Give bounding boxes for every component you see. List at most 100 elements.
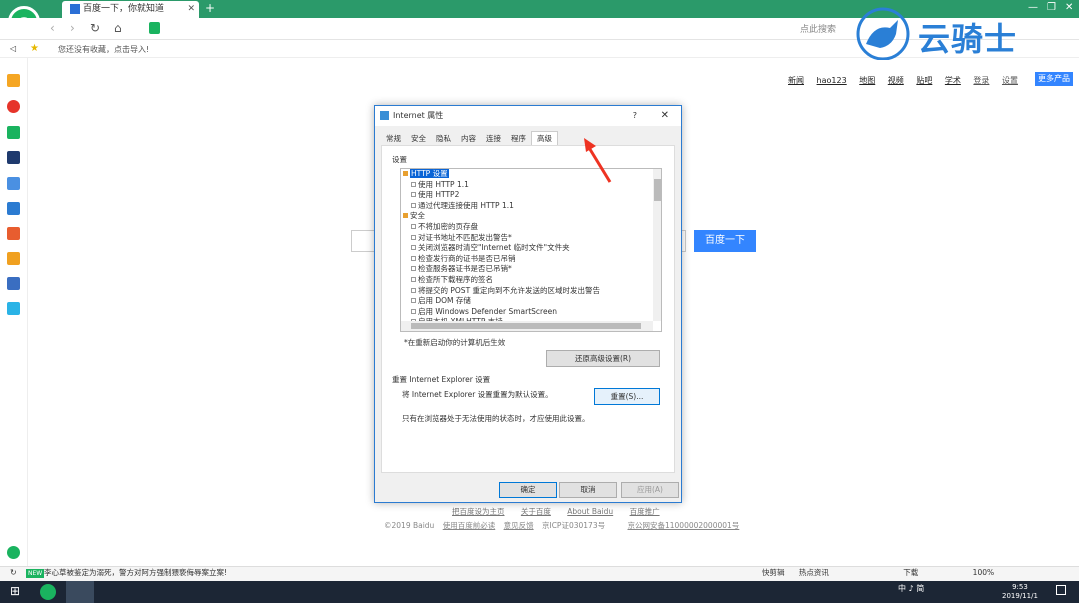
tree-option[interactable]: 启用 DOM 存储: [401, 296, 661, 307]
checkbox-icon[interactable]: [411, 308, 416, 314]
game2-icon[interactable]: [7, 252, 20, 265]
game3-icon[interactable]: [7, 277, 20, 290]
tree-option[interactable]: 使用 HTTP2: [401, 190, 661, 201]
baidu-search-button[interactable]: 百度一下: [694, 230, 756, 252]
link-map[interactable]: 地图: [859, 76, 875, 85]
minimize-icon[interactable]: —: [1028, 2, 1038, 13]
forward-icon[interactable]: ›: [70, 21, 75, 35]
link-hao123[interactable]: hao123: [817, 76, 847, 85]
folder-icon[interactable]: [403, 171, 408, 176]
tree-option[interactable]: 将提交的 POST 重定向到不允许发送的区域时发出警告: [401, 286, 661, 297]
browser-taskbar-icon[interactable]: [40, 584, 56, 600]
sidebar-toggle-icon[interactable]: ◁: [10, 44, 16, 53]
tree-option[interactable]: 对证书地址不匹配发出警告*: [401, 233, 661, 244]
news-ticker[interactable]: 李心草被鉴定为溺死，警方对阿方强制猥亵侮辱案立案!: [44, 567, 227, 578]
download-button[interactable]: 下载: [903, 568, 918, 577]
tree-option[interactable]: 检查发行商的证书是否已吊销: [401, 254, 661, 265]
star-icon[interactable]: ★: [30, 43, 39, 54]
search-input[interactable]: 点此搜索: [800, 22, 836, 35]
link-video[interactable]: 视频: [888, 76, 904, 85]
tab-general[interactable]: 常规: [381, 132, 406, 146]
checkbox-icon[interactable]: [411, 255, 416, 261]
reset-button[interactable]: 重置(S)...: [594, 388, 660, 405]
favorites-import-link[interactable]: 您还没有收藏，点击导入!: [58, 44, 149, 55]
close-icon[interactable]: ✕: [661, 106, 669, 126]
restore-advanced-button[interactable]: 还原高级设置(R): [546, 350, 660, 367]
scroll-thumb[interactable]: [654, 179, 661, 201]
footer-link[interactable]: 京公网安备11000002000001号: [627, 521, 739, 530]
tab-privacy[interactable]: 隐私: [431, 132, 456, 146]
notification-icon[interactable]: [1056, 585, 1066, 595]
checkbox-icon[interactable]: [411, 181, 416, 187]
close-window-icon[interactable]: ✕: [1065, 2, 1073, 13]
checkbox-icon[interactable]: [411, 287, 416, 293]
mail-icon[interactable]: [7, 126, 20, 139]
restore-icon[interactable]: ❐: [1047, 2, 1056, 13]
more-products-button[interactable]: 更多产品: [1035, 72, 1073, 86]
checkbox-icon[interactable]: [411, 202, 416, 208]
footer-link[interactable]: 百度推广: [630, 507, 660, 516]
link-news[interactable]: 新闻: [788, 76, 804, 85]
checkbox-icon[interactable]: [411, 234, 416, 240]
back-icon[interactable]: ‹: [50, 21, 55, 35]
footer-link[interactable]: 关于百度: [521, 507, 551, 516]
tree-option[interactable]: 启用 Windows Defender SmartScreen: [401, 307, 661, 318]
vertical-scrollbar[interactable]: [653, 169, 661, 321]
taskbar-active-app[interactable]: [66, 581, 94, 603]
new-tab-button[interactable]: +: [205, 1, 215, 15]
tab-content[interactable]: 内容: [456, 132, 481, 146]
weibo-icon[interactable]: [7, 100, 20, 113]
shield-icon[interactable]: [149, 22, 160, 34]
help-icon[interactable]: ?: [633, 106, 637, 126]
tab-security[interactable]: 安全: [406, 132, 431, 146]
settings-icon[interactable]: [7, 546, 20, 559]
footer-link[interactable]: 意见反馈: [504, 521, 534, 530]
tree-option[interactable]: 检查服务器证书是否已吊销*: [401, 264, 661, 275]
chat-icon[interactable]: [7, 202, 20, 215]
horizontal-scrollbar[interactable]: [401, 321, 653, 331]
refresh-icon[interactable]: ↻: [90, 21, 100, 35]
ok-button[interactable]: 确定: [499, 482, 557, 498]
document-icon[interactable]: [7, 177, 20, 190]
link-xueshu[interactable]: 学术: [945, 76, 961, 85]
scroll-thumb[interactable]: [411, 323, 641, 329]
link-settings[interactable]: 设置: [1002, 76, 1018, 85]
link-login[interactable]: 登录: [973, 76, 989, 85]
tree-option[interactable]: 通过代理连接使用 HTTP 1.1: [401, 201, 661, 212]
home-icon[interactable]: ⌂: [114, 21, 122, 35]
folder-icon[interactable]: [403, 213, 408, 219]
p-icon[interactable]: [7, 302, 20, 315]
footer-link[interactable]: 把百度设为主页: [452, 507, 505, 516]
checkbox-icon[interactable]: [411, 245, 416, 251]
tree-header[interactable]: 安全: [401, 211, 661, 222]
tree-option[interactable]: 检查所下载程序的签名: [401, 275, 661, 286]
checkbox-icon[interactable]: [411, 192, 416, 198]
tab-connections[interactable]: 连接: [481, 132, 506, 146]
news-icon[interactable]: [7, 151, 20, 164]
tree-option[interactable]: 关闭浏览器时清空"Internet 临时文件"文件夹: [401, 243, 661, 254]
footer-link[interactable]: About Baidu: [567, 507, 613, 516]
system-tray[interactable]: 中 ♪ 简: [898, 583, 924, 594]
zoom-level[interactable]: 100%: [973, 568, 994, 577]
tree-option[interactable]: 不将加密的页存盘: [401, 222, 661, 233]
clock[interactable]: 9:53 2019/11/1: [1002, 583, 1038, 601]
apply-button[interactable]: 应用(A): [621, 482, 679, 498]
close-tab-icon[interactable]: ✕: [187, 1, 195, 17]
checkbox-icon[interactable]: [411, 298, 416, 304]
tab-programs[interactable]: 程序: [506, 132, 531, 146]
kuaijianji-button[interactable]: 快剪辑: [762, 568, 785, 577]
tree-header[interactable]: HTTP 设置: [401, 169, 661, 180]
cancel-button[interactable]: 取消: [559, 482, 617, 498]
tab-baidu[interactable]: 百度一下，你就知道 ✕: [62, 1, 199, 18]
footer-link[interactable]: 使用百度前必读: [443, 521, 496, 530]
hot-news-button[interactable]: 热点资讯: [799, 568, 829, 577]
tree-option[interactable]: 使用 HTTP 1.1: [401, 180, 661, 191]
checkbox-icon[interactable]: [411, 266, 416, 272]
link-tieba[interactable]: 贴吧: [916, 76, 932, 85]
windows-start-icon[interactable]: ⊞: [10, 584, 26, 600]
checkbox-icon[interactable]: [411, 276, 416, 282]
refresh-icon[interactable]: ↻: [10, 568, 17, 577]
checkbox-icon[interactable]: [411, 223, 416, 229]
favorites-icon[interactable]: [7, 74, 20, 87]
game-icon[interactable]: [7, 227, 20, 240]
